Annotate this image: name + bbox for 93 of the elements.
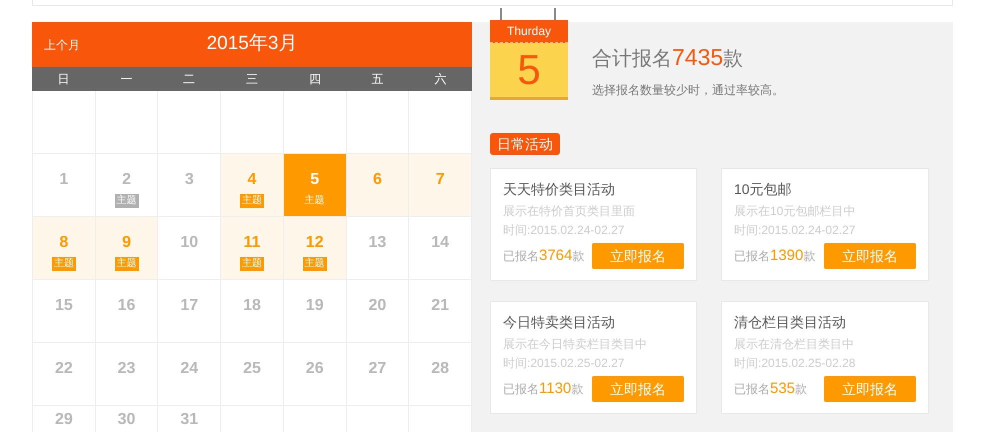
calendar-day[interactable]: 6 bbox=[346, 154, 410, 217]
calendar-day[interactable]: 8 主题 bbox=[33, 217, 96, 280]
day-number: 15 bbox=[54, 296, 73, 316]
calendar-day[interactable]: 19 bbox=[284, 280, 347, 343]
calendar-day[interactable]: 11 主题 bbox=[221, 217, 284, 280]
calendar-day[interactable]: 3 bbox=[158, 154, 222, 217]
calendar-day[interactable]: 20 bbox=[346, 280, 410, 343]
calendar-day[interactable]: 14 bbox=[409, 217, 472, 280]
day-number: 25 bbox=[243, 359, 261, 379]
activity-title: 天天特价类目活动 bbox=[503, 180, 616, 199]
signup-button[interactable]: 立即报名 bbox=[592, 243, 684, 269]
day-number: 23 bbox=[118, 359, 136, 379]
calendar-day[interactable]: 30 bbox=[96, 406, 158, 432]
weekday-label: 三 bbox=[246, 72, 258, 86]
weekday-label: 二 bbox=[183, 72, 196, 86]
calendar-day[interactable]: 21 bbox=[409, 280, 472, 343]
day-number: 29 bbox=[54, 410, 73, 430]
day-number: 30 bbox=[118, 410, 136, 430]
day-number: 14 bbox=[431, 233, 450, 253]
calendar-day[interactable]: 18 bbox=[221, 280, 284, 343]
signup-button[interactable]: 立即报名 bbox=[824, 243, 916, 269]
activity-title: 清仓栏目类目活动 bbox=[734, 313, 847, 332]
calendar-day[interactable]: 26 bbox=[284, 343, 347, 406]
signup-button[interactable]: 立即报名 bbox=[592, 376, 684, 402]
topic-tag: 主题 bbox=[114, 194, 139, 208]
day-number: 19 bbox=[306, 296, 324, 316]
calendar-day[interactable]: 1 bbox=[33, 154, 96, 217]
day-number: 8 bbox=[59, 233, 68, 253]
day-number: 18 bbox=[243, 296, 261, 316]
signup-count: 已报名 1130款 bbox=[503, 378, 584, 399]
weekday-label: 日 bbox=[57, 72, 70, 86]
day-number: 9 bbox=[122, 233, 132, 253]
day-number: 4 bbox=[248, 170, 256, 190]
signup-count: 已报名 1390款 bbox=[734, 246, 816, 266]
day-number: 28 bbox=[431, 359, 450, 379]
calendar-day[interactable]: 15 bbox=[33, 280, 96, 343]
signup-button[interactable]: 立即报名 bbox=[824, 376, 916, 402]
calendar-day[interactable]: 22 bbox=[33, 343, 96, 406]
day-number: 13 bbox=[368, 233, 386, 253]
day-number: 16 bbox=[118, 296, 136, 316]
calendar-day[interactable]: 28 bbox=[409, 343, 472, 406]
activity-title: 今日特卖类目活动 bbox=[503, 313, 616, 332]
day-text: 5 bbox=[517, 49, 541, 91]
day-number: 3 bbox=[184, 170, 194, 190]
weekday-label: 六 bbox=[434, 72, 447, 86]
calendar-day[interactable]: 17 bbox=[158, 280, 222, 343]
day-number: 27 bbox=[368, 359, 386, 379]
day-number: 17 bbox=[180, 296, 198, 316]
day-number: 7 bbox=[436, 170, 445, 190]
topic-tag: 主题 bbox=[240, 194, 264, 208]
calendar-day[interactable]: 12 主题 bbox=[284, 217, 347, 280]
calendar-day[interactable]: 9 主题 bbox=[96, 217, 158, 280]
signup-count: 已报名 3764款 bbox=[503, 246, 584, 266]
calendar-day[interactable]: 7 bbox=[409, 154, 472, 217]
calendar-day[interactable]: 16 bbox=[96, 280, 158, 343]
day-number: 11 bbox=[244, 233, 260, 253]
day-number: 24 bbox=[180, 359, 198, 379]
topic-tag: 主题 bbox=[114, 257, 139, 271]
signup-count: 已报名 535款 bbox=[734, 378, 808, 399]
calendar-day[interactable]: 4 主题 bbox=[221, 154, 284, 217]
section-title: 日常活动 bbox=[490, 133, 560, 155]
day-number: 26 bbox=[306, 359, 324, 379]
topic-tag: 主题 bbox=[302, 257, 327, 271]
day-number: 31 bbox=[180, 410, 198, 430]
weekday-text: Thurday bbox=[506, 23, 552, 40]
weekday-label: 四 bbox=[308, 72, 321, 86]
day-number: 5 bbox=[310, 170, 320, 190]
day-number: 6 bbox=[372, 170, 382, 190]
calendar-day[interactable]: 25 bbox=[221, 343, 284, 406]
day-number: 20 bbox=[368, 296, 386, 316]
total-signups: 合计报名7435款 bbox=[592, 43, 744, 72]
weekday-label: 五 bbox=[372, 72, 384, 86]
calendar-day[interactable]: 10 bbox=[158, 217, 222, 280]
day-number: 22 bbox=[54, 359, 73, 379]
topic-tag: 主题 bbox=[240, 257, 264, 271]
month-title: 2015年3月 bbox=[206, 32, 298, 56]
day-number: 21 bbox=[431, 296, 450, 316]
day-number: 2 bbox=[122, 170, 132, 190]
day-number: 12 bbox=[306, 233, 324, 253]
topic-tag: 主题 bbox=[302, 194, 327, 208]
calendar-day[interactable]: 2 主题 bbox=[96, 154, 158, 217]
calendar-day[interactable]: 27 bbox=[346, 343, 410, 406]
topic-tag: 主题 bbox=[52, 257, 76, 271]
calendar-day[interactable]: 5 主题 bbox=[284, 154, 347, 217]
calendar-day[interactable]: 13 bbox=[346, 217, 410, 280]
day-number: 1 bbox=[59, 170, 68, 190]
weekday-label: 一 bbox=[120, 72, 132, 86]
day-number: 10 bbox=[180, 233, 198, 253]
calendar-day[interactable]: 24 bbox=[158, 343, 222, 406]
hint-text: 选择报名数量较少时，通过率较高。 bbox=[592, 82, 784, 98]
previous-month-link[interactable]: 上个月 bbox=[44, 36, 80, 54]
activity-title: 10元包邮 bbox=[734, 180, 793, 199]
calendar-day[interactable]: 23 bbox=[96, 343, 158, 406]
